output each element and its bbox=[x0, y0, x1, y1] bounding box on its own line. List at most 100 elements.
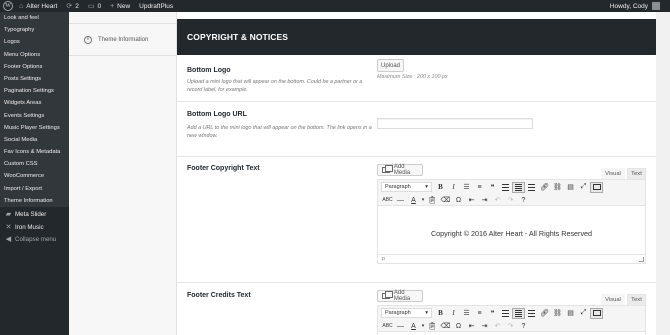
menu-item-iron-music[interactable]: ✕ Iron Music bbox=[0, 222, 69, 235]
submenu-item[interactable]: Look and feel bbox=[0, 12, 69, 24]
logo-size-hint: Maximum Size : 200 x 100 px bbox=[377, 74, 448, 80]
tab-visual[interactable]: Visual bbox=[601, 168, 625, 179]
submenu-item[interactable]: Theme Information bbox=[0, 195, 69, 207]
outdent-icon[interactable]: ⇤ bbox=[465, 321, 478, 332]
special-character-icon[interactable]: Ω bbox=[452, 321, 465, 332]
comments-link[interactable]: ▭ 0 bbox=[88, 0, 101, 12]
howdy-label: Howdy, Cody bbox=[609, 2, 648, 10]
new-label: New bbox=[117, 2, 131, 10]
bottom-logo-url-input[interactable] bbox=[377, 118, 533, 129]
text-color-icon[interactable]: A bbox=[407, 321, 420, 332]
strikethrough-icon[interactable]: ABC bbox=[381, 195, 394, 206]
help-icon[interactable]: ? bbox=[517, 195, 530, 206]
toolbar-toggle-icon[interactable] bbox=[590, 181, 603, 193]
horizontal-line-icon[interactable]: — bbox=[394, 195, 407, 206]
add-media-button[interactable]: Add Media bbox=[377, 164, 423, 176]
indent-icon[interactable]: ⇥ bbox=[478, 321, 491, 332]
fullscreen-icon[interactable]: ⤢ bbox=[577, 308, 590, 319]
field-divider bbox=[177, 101, 656, 102]
align-right-icon[interactable] bbox=[525, 308, 538, 319]
align-left-icon[interactable] bbox=[499, 182, 512, 193]
paste-text-icon[interactable]: 📋︎ bbox=[426, 195, 439, 206]
submenu-item[interactable]: Custom CSS bbox=[0, 158, 69, 170]
tab-text[interactable]: Text bbox=[627, 294, 646, 305]
link-icon[interactable]: 🔗︎ bbox=[538, 308, 551, 319]
submenu-item[interactable]: Typography bbox=[0, 24, 69, 36]
media-icon bbox=[382, 291, 393, 299]
help-icon[interactable]: ? bbox=[517, 321, 530, 332]
link-icon[interactable]: 🔗︎ bbox=[538, 182, 551, 193]
blockquote-icon[interactable]: ❝ bbox=[486, 182, 499, 193]
menu-item-meta-slider[interactable]: ▰ Meta Slider bbox=[0, 209, 69, 222]
bold-icon[interactable]: B bbox=[434, 182, 447, 193]
add-media-button[interactable]: Add Media bbox=[377, 290, 423, 302]
redo-icon[interactable]: ↷ bbox=[504, 321, 517, 332]
indent-icon[interactable]: ⇥ bbox=[478, 195, 491, 206]
submenu-item[interactable]: Import / Export bbox=[0, 183, 69, 195]
outdent-icon[interactable]: ⇤ bbox=[465, 195, 478, 206]
clear-formatting-icon[interactable]: ⌫ bbox=[439, 321, 452, 332]
submenu-item[interactable]: Widgets Areas bbox=[0, 97, 69, 109]
account-menu[interactable]: Howdy, Cody bbox=[610, 0, 660, 12]
horizontal-line-icon[interactable]: — bbox=[394, 321, 407, 332]
menu-label: Meta Slider bbox=[15, 211, 47, 218]
italic-icon[interactable]: I bbox=[447, 182, 460, 193]
collapse-menu-button[interactable]: ◀ Collapse menu bbox=[0, 234, 69, 247]
copyright-editor: Paragraph ▾ B I ☰ ≡ ❝ 🔗︎ ⛓ ▤ ⤢ ABC — A ▾… bbox=[377, 179, 646, 264]
theme-options-nav: i Theme Information bbox=[69, 12, 177, 335]
submenu-item[interactable]: Footer Options bbox=[0, 61, 69, 73]
paste-text-icon[interactable]: 📋︎ bbox=[426, 321, 439, 332]
blockquote-icon[interactable]: ❝ bbox=[486, 308, 499, 319]
undo-icon[interactable]: ↶ bbox=[491, 321, 504, 332]
unlink-icon[interactable]: ⛓ bbox=[551, 308, 564, 319]
toolbar-toggle-icon[interactable] bbox=[590, 307, 603, 319]
unlink-icon[interactable]: ⛓ bbox=[551, 182, 564, 193]
bullet-list-icon[interactable]: ☰ bbox=[460, 182, 473, 193]
submenu-item[interactable]: Fav Icons & Metadata bbox=[0, 146, 69, 158]
comment-icon: ▭ bbox=[87, 3, 95, 10]
align-right-icon[interactable] bbox=[525, 182, 538, 193]
numbered-list-icon[interactable]: ≡ bbox=[473, 308, 486, 319]
site-name-link[interactable]: ⌂ Alter Heart bbox=[19, 0, 57, 12]
submenu-item[interactable]: WooCommerce bbox=[0, 170, 69, 182]
read-more-icon[interactable]: ▤ bbox=[564, 182, 577, 193]
submenu-item[interactable]: Social Media bbox=[0, 134, 69, 146]
upload-button[interactable]: Upload bbox=[377, 59, 404, 72]
redo-icon[interactable]: ↷ bbox=[504, 195, 517, 206]
special-character-icon[interactable]: Ω bbox=[452, 195, 465, 206]
new-content-link[interactable]: + New bbox=[110, 0, 130, 12]
strikethrough-icon[interactable]: ABC bbox=[381, 321, 394, 332]
bold-icon[interactable]: B bbox=[434, 308, 447, 319]
align-left-icon[interactable] bbox=[499, 308, 512, 319]
resize-handle-icon[interactable] bbox=[639, 257, 644, 262]
submenu-item[interactable]: Menu Options bbox=[0, 49, 69, 61]
format-select[interactable]: Paragraph ▾ bbox=[381, 308, 432, 318]
read-more-icon[interactable]: ▤ bbox=[564, 308, 577, 319]
submenu-item[interactable]: Music Player Settings bbox=[0, 122, 69, 134]
submenu-item[interactable]: Events Settings bbox=[0, 110, 69, 122]
align-center-icon[interactable] bbox=[512, 307, 525, 319]
italic-icon[interactable]: I bbox=[447, 308, 460, 319]
chevron-down-icon: ▾ bbox=[425, 310, 428, 316]
tab-visual[interactable]: Visual bbox=[601, 294, 625, 305]
format-select[interactable]: Paragraph ▾ bbox=[381, 182, 432, 192]
align-center-icon[interactable] bbox=[512, 181, 525, 193]
wordpress-logo-icon[interactable]: W bbox=[3, 1, 13, 11]
editor-toolbar: Paragraph ▾ B I ☰ ≡ ❝ 🔗︎ ⛓ ▤ ⤢ ABC — A ▾… bbox=[378, 180, 645, 206]
tab-text[interactable]: Text bbox=[627, 168, 646, 179]
bullet-list-icon[interactable]: ☰ bbox=[460, 308, 473, 319]
numbered-list-icon[interactable]: ≡ bbox=[473, 182, 486, 193]
updates-link[interactable]: ⟳ 2 bbox=[66, 0, 79, 12]
clear-formatting-icon[interactable]: ⌫ bbox=[439, 195, 452, 206]
updraftplus-link[interactable]: UpdraftPlus bbox=[139, 0, 173, 12]
copyright-editor-content[interactable]: Copyright © 2016 Alter Heart - All Right… bbox=[378, 229, 645, 238]
submenu-item[interactable]: Posts Settings bbox=[0, 73, 69, 85]
submenu-item[interactable]: Pagination Settings bbox=[0, 85, 69, 97]
submenu-item[interactable]: Logos bbox=[0, 36, 69, 48]
slider-icon: ▰ bbox=[5, 211, 12, 218]
undo-icon[interactable]: ↶ bbox=[491, 195, 504, 206]
fullscreen-icon[interactable]: ⤢ bbox=[577, 182, 590, 193]
bottom-logo-url-description: Add a URL to the mini logo that will app… bbox=[187, 125, 372, 139]
text-color-icon[interactable]: A bbox=[407, 195, 420, 206]
nav-item-theme-information[interactable]: i Theme Information bbox=[69, 24, 176, 56]
